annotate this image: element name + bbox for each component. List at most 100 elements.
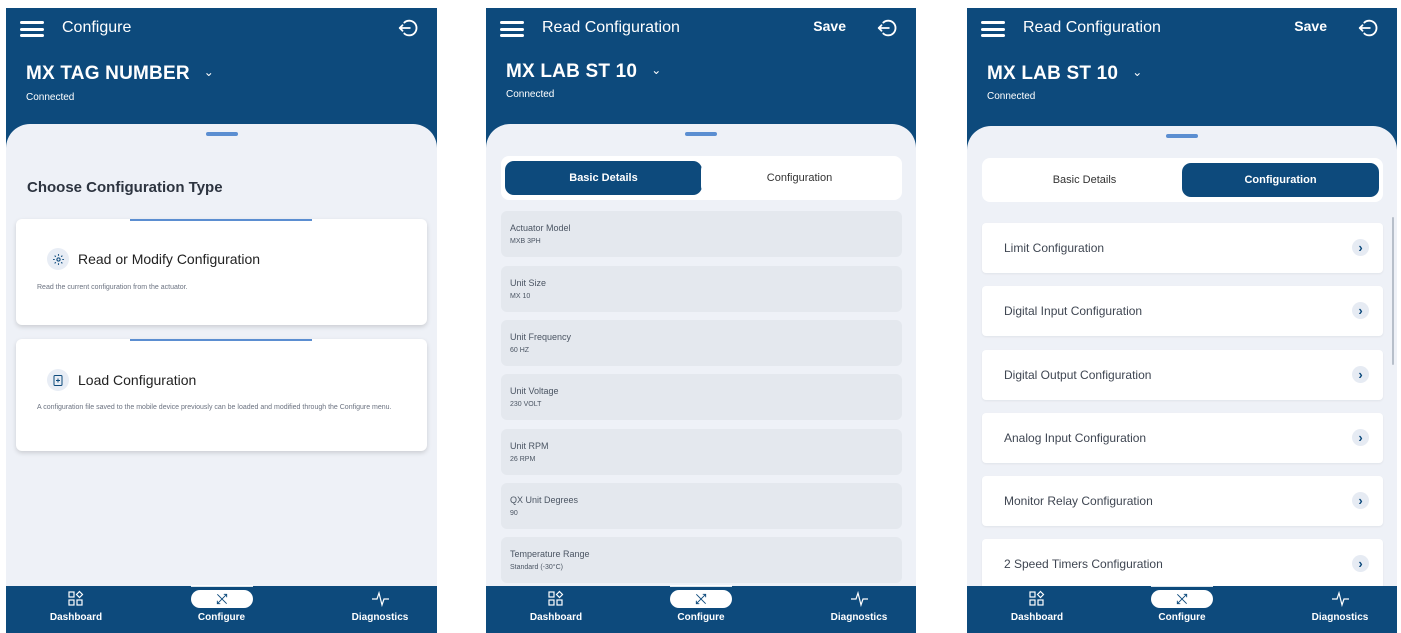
dashboard-icon	[548, 590, 564, 606]
device-selector[interactable]: MX LAB ST 10 ⌄	[987, 63, 1142, 85]
field-value: MX 10	[510, 293, 531, 300]
pulse-icon	[1332, 590, 1349, 608]
bottom-nav: Dashboard Configure Diagnostics	[486, 585, 916, 633]
logout-icon[interactable]	[1357, 17, 1379, 39]
chevron-down-icon: ⌄	[203, 65, 215, 79]
config-item-label: Monitor Relay Configuration	[1004, 494, 1153, 508]
card-accent-line	[130, 219, 312, 221]
card-title: Read or Modify Configuration	[78, 251, 261, 267]
file-add-icon	[47, 369, 69, 391]
config-item-label: Analog Input Configuration	[1004, 431, 1147, 445]
field-label: Actuator Model	[510, 223, 571, 233]
config-item-monitor-relay[interactable]: Monitor Relay Configuration ›	[982, 476, 1383, 526]
read-configuration-config-screen: Read Configuration Save MX LAB ST 10 ⌄ Co…	[967, 8, 1397, 633]
content-sheet: Basic Details Configuration Limit Config…	[967, 126, 1397, 586]
connection-status: Connected	[506, 89, 555, 100]
bottom-nav: Dashboard Configure Diagnostics	[967, 585, 1397, 633]
field-temperature-range: Temperature Range Standard (-30°C)	[501, 537, 902, 583]
nav-indicator	[670, 585, 732, 587]
chevron-right-icon: ›	[1352, 302, 1369, 319]
read-modify-card[interactable]: Read or Modify Configuration Read the cu…	[16, 219, 427, 325]
app-bar-title: Read Configuration	[542, 19, 680, 36]
drag-handle[interactable]	[685, 132, 717, 136]
nav-dashboard[interactable]: Dashboard	[506, 590, 606, 623]
nav-configure[interactable]: Configure	[172, 590, 272, 623]
config-item-2-speed-timers[interactable]: 2 Speed Timers Configuration ›	[982, 539, 1383, 586]
device-name: MX TAG NUMBER	[26, 63, 190, 84]
device-selector[interactable]: MX TAG NUMBER ⌄	[26, 63, 214, 85]
nav-label: Dashboard	[529, 612, 583, 623]
scrollbar[interactable]	[1392, 217, 1394, 365]
nav-dashboard[interactable]: Dashboard	[26, 590, 126, 623]
nav-indicator	[1151, 585, 1213, 587]
card-title: Load Configuration	[78, 372, 197, 388]
drag-handle[interactable]	[205, 132, 238, 136]
nav-configure[interactable]: Configure	[1132, 590, 1232, 623]
nav-dashboard[interactable]: Dashboard	[987, 590, 1087, 623]
nav-label: Configure	[677, 612, 725, 623]
field-value: 230 VOLT	[510, 401, 542, 408]
nav-configure[interactable]: Configure	[651, 590, 751, 623]
nav-label: Configure	[1158, 612, 1206, 623]
chevron-right-icon: ›	[1352, 429, 1369, 446]
logout-icon[interactable]	[876, 17, 898, 39]
gear-icon	[47, 248, 69, 270]
nav-diagnostics[interactable]: Diagnostics	[809, 590, 909, 623]
chevron-right-icon: ›	[1352, 366, 1369, 383]
field-unit-rpm: Unit RPM 26 RPM	[501, 429, 902, 475]
config-item-digital-input[interactable]: Digital Input Configuration ›	[982, 286, 1383, 336]
menu-icon[interactable]	[20, 21, 44, 37]
content-sheet: Basic Details Configuration Actuator Mod…	[486, 124, 916, 586]
field-label: Unit RPM	[510, 441, 549, 451]
configure-screen: Configure MX TAG NUMBER ⌄ Connected Choos…	[6, 8, 437, 633]
config-item-analog-input[interactable]: Analog Input Configuration ›	[982, 413, 1383, 463]
content-sheet: Choose Configuration Type Read or Modify…	[6, 124, 437, 586]
field-value: 60 HZ	[510, 347, 530, 354]
nav-label: Diagnostics	[1311, 612, 1369, 623]
field-unit-voltage: Unit Voltage 230 VOLT	[501, 374, 902, 420]
config-item-limit[interactable]: Limit Configuration ›	[982, 223, 1383, 273]
config-item-label: Digital Output Configuration	[1004, 368, 1152, 382]
tab-configuration[interactable]: Configuration	[1182, 163, 1379, 197]
field-qx-unit-degrees: QX Unit Degrees 90	[501, 483, 902, 529]
field-label: Unit Size	[510, 278, 547, 288]
load-configuration-card[interactable]: Load Configuration A configuration file …	[16, 339, 427, 451]
menu-icon[interactable]	[500, 21, 524, 37]
device-selector[interactable]: MX LAB ST 10 ⌄	[506, 61, 661, 83]
nav-indicator	[190, 585, 253, 587]
nav-label: Diagnostics	[351, 612, 409, 623]
device-name: MX LAB ST 10	[506, 61, 638, 82]
app-bar: Read Configuration Save	[486, 8, 916, 52]
save-button[interactable]: Save	[813, 18, 846, 34]
chevron-right-icon: ›	[1352, 239, 1369, 256]
drag-handle[interactable]	[1166, 134, 1198, 138]
config-item-label: Limit Configuration	[1004, 241, 1105, 255]
logout-icon[interactable]	[397, 17, 419, 39]
nav-diagnostics[interactable]: Diagnostics	[330, 590, 430, 623]
save-button[interactable]: Save	[1294, 18, 1327, 34]
card-description: A configuration file saved to the mobile…	[37, 404, 392, 411]
tools-icon	[670, 590, 732, 608]
app-bar-title: Read Configuration	[1023, 19, 1161, 36]
tab-configuration[interactable]: Configuration	[701, 161, 898, 195]
app-bar-title: Configure	[62, 19, 132, 36]
menu-icon[interactable]	[981, 21, 1005, 37]
tab-bar: Basic Details Configuration	[982, 158, 1383, 202]
config-item-digital-output[interactable]: Digital Output Configuration ›	[982, 350, 1383, 400]
field-label: Unit Frequency	[510, 332, 572, 342]
field-value: Standard (-30°C)	[510, 564, 563, 571]
tools-icon	[190, 590, 253, 608]
chevron-down-icon: ⌄	[1132, 65, 1143, 79]
connection-status: Connected	[987, 91, 1036, 102]
pulse-icon	[851, 590, 868, 608]
chevron-right-icon: ›	[1352, 492, 1369, 509]
pulse-icon	[372, 590, 389, 608]
tab-basic-details[interactable]: Basic Details	[986, 163, 1183, 197]
nav-diagnostics[interactable]: Diagnostics	[1290, 590, 1390, 623]
tab-basic-details[interactable]: Basic Details	[505, 161, 702, 195]
nav-label: Dashboard	[1010, 612, 1064, 623]
tools-icon	[1151, 590, 1213, 608]
field-label: Temperature Range	[510, 549, 590, 559]
field-unit-frequency: Unit Frequency 60 HZ	[501, 320, 902, 366]
field-label: QX Unit Degrees	[510, 495, 579, 505]
